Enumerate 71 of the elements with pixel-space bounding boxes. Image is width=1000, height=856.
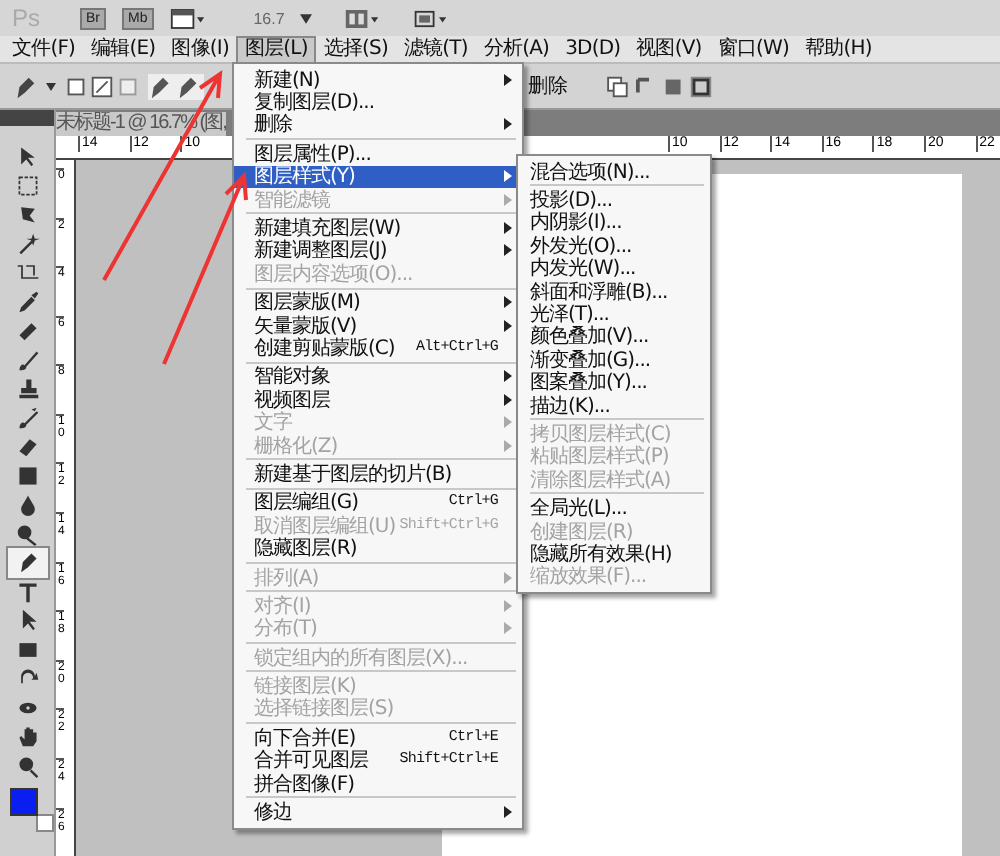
- menu-item[interactable]: 删除: [234, 113, 522, 137]
- menu-bar-item[interactable]: 编辑(E): [85, 37, 162, 61]
- menu-item[interactable]: 新建填充图层(W): [234, 216, 522, 240]
- menu-item[interactable]: 复制图层(D)...: [234, 90, 522, 114]
- eraser-icon: [15, 434, 39, 459]
- brush-icon: [15, 405, 39, 430]
- menu-item[interactable]: 矢量蒙版(V): [234, 313, 522, 337]
- screen-icon[interactable]: [412, 7, 449, 29]
- submenu-arrow-icon: [504, 571, 512, 583]
- menu-item[interactable]: 全局光(L)...: [518, 496, 710, 520]
- menu-item[interactable]: 图案叠加(Y)...: [518, 371, 710, 394]
- menu-bar-item[interactable]: 图像(I): [165, 37, 235, 61]
- wand-icon: [15, 231, 39, 256]
- menu-item[interactable]: 新建调整图层(J): [234, 239, 522, 263]
- hand-icon: [15, 724, 39, 749]
- menu-item[interactable]: 拼合图像(F): [234, 771, 522, 795]
- type-tool-icon: [15, 579, 39, 604]
- pen-icon: [15, 550, 39, 575]
- tool-button[interactable]: [7, 548, 47, 577]
- menu-item[interactable]: 新建基于图层的切片(B): [234, 462, 522, 486]
- menu-item[interactable]: 图层属性(P)...: [234, 142, 522, 166]
- menu-item[interactable]: 新建(N): [234, 68, 522, 91]
- brush-icon: [15, 347, 39, 372]
- menu-item[interactable]: 图层蒙版(M): [234, 291, 522, 314]
- menu-item[interactable]: 斜面和浮雕(B)...: [518, 279, 710, 303]
- menu-bar-item[interactable]: 滤镜(T): [397, 37, 474, 61]
- menu-item[interactable]: 图层样式(Y): [234, 165, 522, 188]
- menu-item[interactable]: 外发光(O)...: [518, 234, 710, 258]
- crop-icon: [15, 260, 39, 285]
- toolbox-header: [0, 110, 54, 126]
- menu-bar-item[interactable]: 分析(A): [477, 37, 556, 61]
- menu-item[interactable]: 智能对象: [234, 365, 522, 389]
- color-swatch[interactable]: [35, 814, 53, 832]
- menu-item[interactable]: 投影(D)...: [518, 188, 710, 212]
- pen-icon[interactable]: [12, 73, 38, 99]
- menu-bar-item[interactable]: 视图(V): [630, 37, 708, 61]
- menu-item[interactable]: 内发光(W)...: [518, 257, 710, 280]
- menu-bar-item[interactable]: 窗口(W): [711, 37, 795, 61]
- submenu-arrow-icon: [504, 73, 512, 86]
- pen-modes-icon[interactable]: [148, 73, 204, 99]
- dropper-icon: [15, 289, 39, 314]
- menu-bar-item[interactable]: 帮助(H): [799, 37, 878, 61]
- zoom-dropdown[interactable]: 16.7: [253, 9, 285, 27]
- menu-item[interactable]: 混合选项(N)...: [518, 160, 710, 183]
- menu-item[interactable]: 隐藏所有效果(H): [518, 542, 710, 566]
- menu-item[interactable]: 修边: [234, 800, 522, 824]
- lasso-icon: [15, 202, 39, 227]
- menu-item[interactable]: 渐变叠加(G)...: [518, 348, 710, 372]
- submenu-arrow-icon: [504, 806, 512, 819]
- menu-item[interactable]: 光泽(T)...: [518, 302, 710, 326]
- menu-item[interactable]: 隐藏图层(R): [234, 536, 522, 560]
- screen-mode-icon[interactable]: [169, 7, 206, 29]
- menu-item[interactable]: 颜色叠加(V)...: [518, 325, 710, 349]
- menu-item[interactable]: 内阴影(I)...: [518, 211, 710, 235]
- move-arrow-icon: [15, 144, 39, 169]
- color-swatch[interactable]: [9, 788, 37, 816]
- menu-bar-item[interactable]: 3D(D): [559, 37, 627, 61]
- menu-item[interactable]: 描边(K)...: [518, 393, 710, 417]
- dashed-square-icon: [15, 173, 39, 198]
- arrange-icon[interactable]: [344, 7, 381, 29]
- zoom-icon: [15, 753, 39, 778]
- menu-bar-item[interactable]: 选择(S): [317, 37, 394, 61]
- submenu-arrow-icon: [504, 118, 512, 131]
- option-label: 删除: [528, 74, 568, 100]
- rectangle-icon: [15, 637, 39, 662]
- menu-bar-item[interactable]: 图层(L): [238, 37, 314, 61]
- menu-item[interactable]: 视频图层: [234, 388, 522, 411]
- stamp-icon: [15, 376, 39, 401]
- drop-icon: [15, 492, 39, 517]
- menu-bar-item[interactable]: 文件(F): [6, 37, 82, 61]
- shape-modes-icon[interactable]: [64, 73, 140, 99]
